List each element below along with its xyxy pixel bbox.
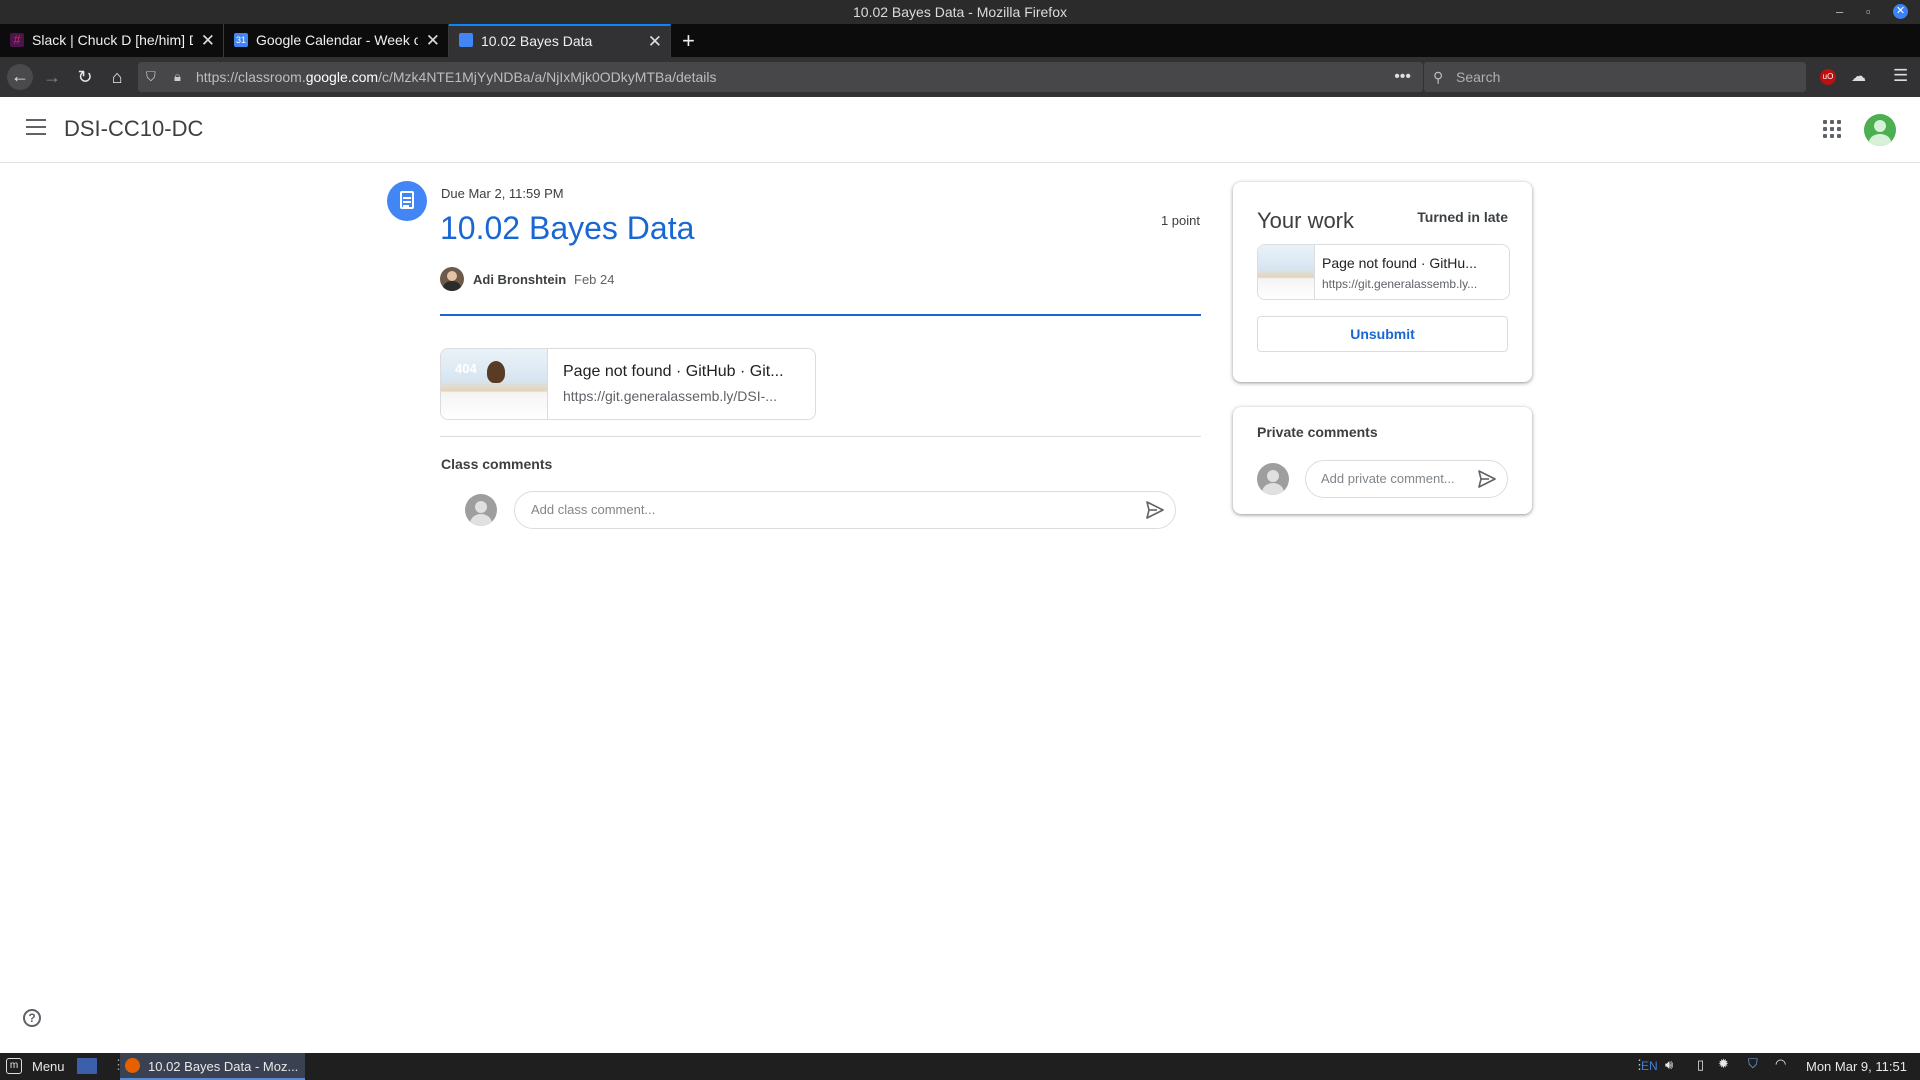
turn-in-status: Turned in late [1417, 209, 1508, 225]
menu-label[interactable]: Menu [32, 1059, 65, 1074]
calendar-icon: 31 [234, 33, 248, 47]
show-desktop-icon[interactable] [77, 1058, 97, 1074]
class-comment-input[interactable]: Add class comment... [514, 491, 1176, 529]
close-tab-icon[interactable]: ✕ [201, 24, 215, 57]
tab-bayes-data[interactable]: 10.02 Bayes Data ✕ [449, 24, 671, 57]
extension-icon[interactable]: ☁ [1851, 67, 1866, 85]
forward-button[interactable]: → [40, 65, 64, 89]
assignment-attachment[interactable]: 404 Page not found · GitHub · Git... htt… [440, 348, 816, 420]
send-icon[interactable] [1145, 501, 1165, 519]
points: 1 point [1160, 213, 1200, 228]
private-comments-heading: Private comments [1257, 424, 1378, 440]
window-titlebar: 10.02 Bayes Data - Mozilla Firefox – ▫ ✕ [0, 0, 1920, 24]
user-avatar [465, 494, 497, 526]
main-menu-icon[interactable] [26, 119, 46, 135]
assignment-title: 10.02 Bayes Data [440, 210, 695, 246]
taskbar-firefox-button[interactable]: 10.02 Bayes Data - Moz... [120, 1053, 305, 1080]
tab-label: Google Calendar - Week of [256, 32, 418, 48]
class-comments-heading: Class comments [441, 456, 553, 472]
comments-divider [440, 436, 1201, 437]
clipboard-icon[interactable]: ▯ [1697, 1057, 1704, 1073]
back-button[interactable]: ← [7, 64, 33, 90]
taskbar: m Menu ⋮ 10.02 Bayes Data - Moz... ⋮ EN … [0, 1053, 1920, 1080]
private-comment-placeholder: Add private comment... [1321, 471, 1455, 486]
mint-menu-icon[interactable]: m [6, 1058, 22, 1074]
user-avatar [1257, 463, 1289, 495]
url-domain: google.com [305, 69, 379, 85]
tab-calendar[interactable]: 31 Google Calendar - Week of ✕ [224, 24, 449, 57]
submitted-attachment-title: Page not found · GitHu... [1322, 255, 1477, 271]
send-icon[interactable] [1477, 470, 1497, 488]
your-work-card: Your work Turned in late Page not found … [1233, 182, 1532, 382]
shield-tray-icon[interactable]: ⛉ [1748, 1056, 1758, 1072]
assignment-icon [387, 181, 427, 221]
tab-label: 10.02 Bayes Data [481, 33, 593, 49]
account-avatar[interactable] [1864, 114, 1896, 146]
app-header: DSI-CC10-DC [0, 97, 1920, 163]
private-comments-card: Private comments Add private comment... [1233, 407, 1532, 514]
attachment-url: https://git.generalassemb.ly/DSI-... [563, 388, 777, 404]
url-path: /c/Mzk4NTE1MjYyNDBa/a/NjIxMjk0ODkyMTBa/d… [378, 69, 717, 85]
class-name[interactable]: DSI-CC10-DC [64, 116, 203, 142]
taskbar-task-label: 10.02 Bayes Data - Moz... [148, 1059, 299, 1074]
close-tab-icon[interactable]: ✕ [426, 24, 440, 57]
author-name: Adi Bronshtein [473, 272, 567, 287]
shield-icon[interactable]: ⛉ [146, 62, 156, 92]
new-tab-button[interactable]: + [682, 24, 695, 57]
volume-icon[interactable]: 🔊︎ [1665, 1057, 1673, 1073]
keyboard-layout[interactable]: EN [1641, 1059, 1658, 1073]
home-button[interactable]: ⌂ [105, 65, 129, 89]
classroom-icon [459, 33, 473, 47]
clock[interactable]: Mon Mar 9, 11:51 [1806, 1059, 1907, 1074]
unsubmit-button[interactable]: Unsubmit [1257, 316, 1508, 352]
author-avatar [440, 267, 464, 291]
attachment-title: Page not found · GitHub · Git... [563, 363, 784, 380]
submitted-attachment-url: https://git.generalassemb.ly... [1322, 277, 1478, 291]
page-actions-icon[interactable]: ••• [1394, 62, 1411, 92]
nav-bar: ← → ↻ ⌂ ⛉ 🔒︎ https://classroom.google.co… [0, 57, 1920, 97]
due-date: Due Mar 2, 11:59 PM [441, 186, 564, 201]
ublock-icon[interactable]: uO [1820, 69, 1836, 85]
private-comment-input[interactable]: Add private comment... [1305, 460, 1508, 498]
help-icon[interactable]: ? [23, 1009, 41, 1027]
class-comment-placeholder: Add class comment... [531, 502, 656, 517]
your-work-heading: Your work [1257, 208, 1355, 233]
close-tab-icon[interactable]: ✕ [648, 26, 662, 57]
tab-strip: # Slack | Chuck D [he/him] DC ✕ 31 Googl… [0, 24, 1920, 57]
submitted-attachment[interactable]: Page not found · GitHu... https://git.ge… [1257, 244, 1510, 300]
minimize-icon[interactable]: – [1836, 0, 1843, 24]
search-bar[interactable]: ⚲ Search [1424, 62, 1806, 92]
attachment-thumbnail [1258, 245, 1315, 299]
post-date: Feb 24 [574, 272, 615, 287]
slack-icon: # [10, 33, 24, 47]
search-placeholder: Search [1456, 69, 1501, 85]
thumb-badge: 404 [455, 361, 477, 376]
firefox-icon [125, 1058, 140, 1073]
url-bar[interactable]: ⛉ 🔒︎ https://classroom.google.com/c/Mzk4… [138, 62, 1423, 92]
window-title: 10.02 Bayes Data - Mozilla Firefox [853, 4, 1067, 20]
attachment-thumbnail: 404 [441, 349, 548, 419]
close-window-icon[interactable]: ✕ [1893, 4, 1908, 19]
apps-grid-icon[interactable] [1823, 120, 1841, 138]
tab-label: Slack | Chuck D [he/him] DC [32, 32, 193, 48]
wifi-icon[interactable]: ◠ [1775, 1056, 1786, 1072]
hamburger-menu-icon[interactable]: ☰ [1893, 66, 1908, 86]
reload-button[interactable]: ↻ [73, 65, 97, 89]
maximize-icon[interactable]: ▫ [1866, 0, 1871, 24]
lock-icon: 🔒︎ [174, 69, 181, 84]
brightness-icon[interactable]: ✹ [1718, 1056, 1729, 1072]
title-divider [440, 314, 1201, 316]
search-icon: ⚲ [1433, 69, 1444, 85]
tab-slack[interactable]: # Slack | Chuck D [he/him] DC ✕ [0, 24, 224, 57]
url-prefix: https://classroom. [196, 69, 306, 85]
